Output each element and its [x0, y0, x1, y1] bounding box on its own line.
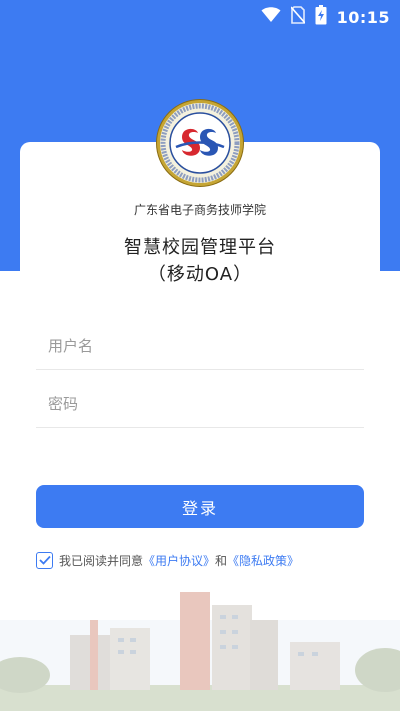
password-field [36, 382, 364, 428]
platform-subtitle: （移动OA） [147, 264, 253, 285]
privacy-policy-link[interactable]: 《隐私政策》 [227, 552, 299, 569]
checkmark-icon [38, 555, 51, 565]
campus-building-illustration [0, 592, 400, 711]
username-input[interactable] [48, 332, 348, 360]
agreement-prefix: 我已阅读并同意 [59, 553, 144, 568]
platform-title: 智慧校园管理平台 [124, 237, 276, 258]
status-bar: 10:15 [0, 0, 400, 34]
agreement-and: 和 [215, 553, 228, 568]
school-name: 广东省电子商务技师学院 [133, 203, 266, 217]
status-icons: 10:15 [261, 5, 390, 29]
no-sim-icon [289, 6, 306, 28]
username-field [36, 324, 364, 370]
wifi-icon [261, 7, 281, 27]
status-time: 10:15 [336, 7, 390, 27]
school-logo [157, 100, 243, 186]
password-input[interactable] [48, 390, 348, 418]
user-agreement-link[interactable]: 《用户协议》 [143, 552, 215, 569]
agreement-checkbox[interactable] [36, 551, 53, 569]
login-button[interactable]: 登录 [36, 485, 364, 528]
agreement-row: 我已阅读并同意 《用户协议》 和 《隐私政策》 [36, 550, 299, 570]
battery-charging-icon [315, 5, 327, 29]
